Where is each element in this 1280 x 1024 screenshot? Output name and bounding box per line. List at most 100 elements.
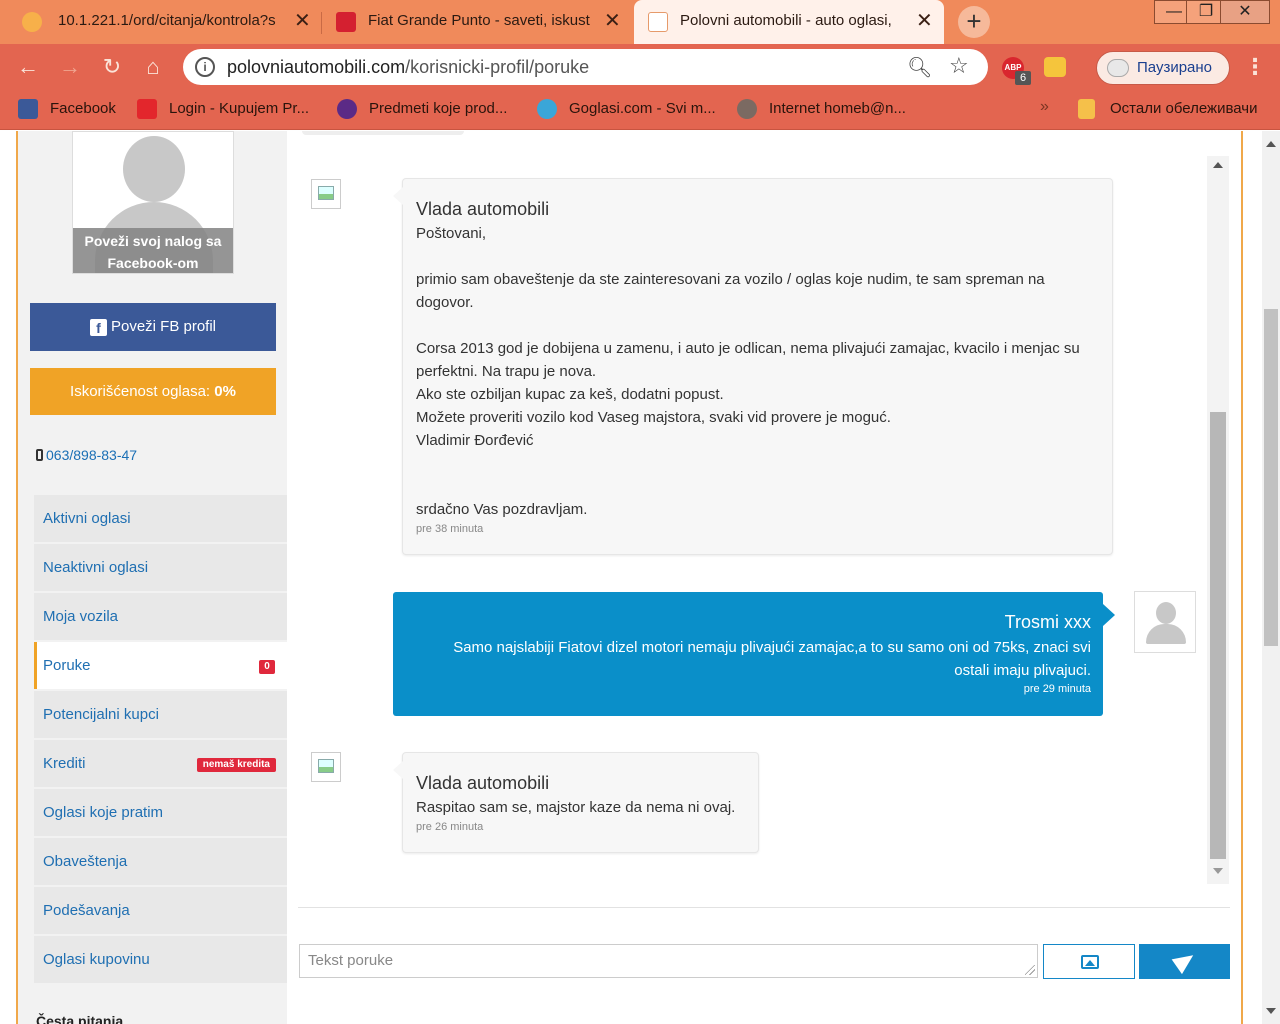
profile-paused-label: Паузирано — [1137, 59, 1213, 76]
browser-tab[interactable]: 10.1.221.1/ord/citanja/kontrola?s ✕ — [0, 0, 320, 44]
close-tab-icon[interactable]: ✕ — [604, 10, 621, 32]
sidebar-item-label: Aktivni oglasi — [43, 510, 131, 527]
tab-strip: 10.1.221.1/ord/citanja/kontrola?s ✕ Fiat… — [0, 0, 1280, 44]
goglasi-icon — [537, 99, 557, 119]
new-tab-button[interactable]: + — [958, 6, 990, 38]
sidebar-item-label: Oglasi koje pratim — [43, 804, 164, 821]
scrollbar-thumb[interactable] — [1264, 309, 1278, 646]
send-message-button[interactable] — [1139, 944, 1230, 979]
sidebar-item-aktivni-oglasi[interactable]: Aktivni oglasi — [34, 495, 287, 542]
sidebar-item-oglasi-koje-pratim[interactable]: Oglasi koje pratim — [34, 789, 287, 836]
user-placeholder-body — [1146, 624, 1186, 644]
sidebar-item-obavestenja[interactable]: Obaveštenja — [34, 838, 287, 885]
sidebar-item-poruke[interactable]: Poruke 0 — [34, 642, 287, 689]
bubble-arrow — [393, 761, 403, 779]
tab-title: Fiat Grande Punto - saveti, iskust — [368, 12, 590, 29]
message-timestamp: pre 38 minuta — [416, 523, 484, 535]
home-icon[interactable]: ⌂ — [139, 54, 167, 82]
connect-facebook-label: Poveži FB profil — [110, 318, 217, 335]
bookmark-label: Login - Kupujem Pr... — [169, 100, 310, 117]
kp-icon — [137, 99, 157, 119]
avatar-caption[interactable]: Poveži svoj nalog sa Facebook-om — [73, 228, 233, 273]
ad-usage-label: Iskorišćenost oglasa: — [70, 383, 211, 400]
adblock-count-badge: 6 — [1015, 71, 1031, 85]
predmeti-icon — [337, 99, 357, 119]
scroll-up-arrow-icon[interactable] — [1266, 141, 1276, 147]
unread-count-badge: 0 — [259, 660, 275, 674]
chat-extension-icon[interactable] — [1044, 57, 1066, 77]
message-sender: Vlada automobili — [416, 199, 550, 219]
globe-icon — [737, 99, 757, 119]
page-scrollbar[interactable] — [1262, 131, 1280, 1024]
car-favicon-icon — [648, 12, 668, 32]
browser-tab-active[interactable]: Polovni automobili - auto oglasi, ✕ — [634, 0, 944, 44]
phone-number[interactable]: 063/898-83-47 — [36, 447, 137, 463]
resize-grip-icon[interactable] — [1025, 965, 1035, 975]
sidebar-item-label: Potencijalni kupci — [43, 706, 159, 723]
browser-tab[interactable]: Fiat Grande Punto - saveti, iskust ✕ — [322, 0, 632, 44]
profile-paused-button[interactable]: Паузирано — [1096, 51, 1230, 85]
sidebar-item-krediti[interactable]: Krediti nemaš kredita — [34, 740, 287, 787]
message-sender: Vlada automobili — [416, 773, 550, 793]
cloud-sun-icon — [1107, 59, 1129, 77]
close-tab-icon[interactable]: ✕ — [916, 10, 933, 32]
sidebar-item-label: Podešavanja — [43, 902, 130, 919]
url-host: polovniautomobili.com — [227, 57, 406, 77]
credit-status-badge: nemaš kredita — [196, 758, 276, 772]
my-avatar — [1134, 591, 1196, 653]
reload-icon[interactable]: ↻ — [98, 54, 126, 82]
image-icon — [1081, 955, 1099, 969]
bookmark-star-icon[interactable]: ☆ — [949, 53, 969, 79]
message-bubble-incoming: Vlada automobili Raspitao sam se, majsto… — [393, 752, 759, 853]
bubble-arrow — [393, 187, 403, 205]
scroll-up-arrow-icon[interactable] — [1213, 162, 1223, 168]
forward-arrow-icon[interactable]: → — [56, 54, 84, 82]
other-bookmarks-label: Остали обележивачи — [1110, 100, 1258, 117]
close-tab-icon[interactable]: ✕ — [294, 10, 311, 32]
url-text[interactable]: polovniautomobili.com/korisnicki-profil/… — [227, 57, 589, 78]
address-bar[interactable]: i polovniautomobili.com/korisnicki-profi… — [183, 49, 988, 85]
facebook-icon: f — [89, 319, 107, 336]
bookmark-label: Predmeti koje prod... — [369, 100, 508, 117]
page-frame-border — [1241, 131, 1243, 1024]
message-timestamp: pre 29 minuta — [1023, 683, 1091, 695]
attach-image-button[interactable] — [1043, 944, 1135, 979]
message-timestamp: pre 26 minuta — [416, 821, 484, 833]
folder-icon — [1078, 99, 1095, 119]
scrollbar-thumb[interactable] — [1210, 412, 1226, 859]
bookmarks-overflow-button[interactable]: » — [1040, 98, 1049, 116]
sidebar-item-moja-vozila[interactable]: Moja vozila — [34, 593, 287, 640]
cloud-favicon-icon — [22, 12, 42, 32]
facebook-icon — [18, 99, 38, 119]
close-window-button[interactable]: ✕ — [1220, 0, 1270, 24]
message-sender: Trosmi xxx — [1004, 612, 1091, 632]
tab-title: Polovni automobili - auto oglasi, — [680, 12, 892, 29]
message-text: Samo najslabiji Fiatovi dizel motori nem… — [453, 639, 1091, 679]
fiat-favicon-icon — [336, 12, 356, 32]
scroll-down-arrow-icon[interactable] — [1266, 1008, 1276, 1014]
message-text: Poštovani, primio sam obaveštenje da ste… — [416, 225, 1080, 518]
profile-avatar[interactable]: Poveži svoj nalog sa Facebook-om — [72, 131, 234, 274]
page-content: Poveži svoj nalog sa Facebook-om f Poveži… — [0, 131, 1280, 1024]
sidebar-item-potencijalni-kupci[interactable]: Potencijalni kupci — [34, 691, 287, 738]
browser-menu-icon[interactable]: ⋮ — [1244, 54, 1266, 80]
sidebar-item-label: Oglasi kupovinu — [43, 951, 150, 968]
scroll-down-arrow-icon[interactable] — [1213, 868, 1223, 874]
sidebar-item-neaktivni-oglasi[interactable]: Neaktivni oglasi — [34, 544, 287, 591]
sender-avatar-image — [311, 179, 341, 209]
sidebar-item-podesavanja[interactable]: Podešavanja — [34, 887, 287, 934]
faq-heading[interactable]: Česta pitanja — [36, 1013, 123, 1024]
zoom-icon[interactable]: 🔍︎ — [907, 55, 932, 80]
broken-image-icon — [318, 186, 334, 200]
bookmark-label: Goglasi.com - Svi m... — [569, 100, 716, 117]
message-bubble-outgoing: Trosmi xxx Samo najslabiji Fiatovi dizel… — [393, 592, 1115, 716]
message-input[interactable] — [299, 944, 1038, 978]
bookmark-label: Facebook — [50, 100, 116, 117]
message-text: Raspitao sam se, majstor kaze da nema ni… — [416, 799, 736, 816]
sidebar-menu: Aktivni oglasi Neaktivni oglasi Moja voz… — [34, 495, 287, 985]
connect-facebook-button[interactable]: f Poveži FB profil — [30, 303, 276, 351]
chat-scrollbar[interactable] — [1207, 156, 1229, 884]
back-arrow-icon[interactable]: ← — [14, 54, 42, 82]
site-info-icon[interactable]: i — [195, 57, 215, 77]
sidebar-item-oglasi-kupovinu[interactable]: Oglasi kupovinu — [34, 936, 287, 983]
